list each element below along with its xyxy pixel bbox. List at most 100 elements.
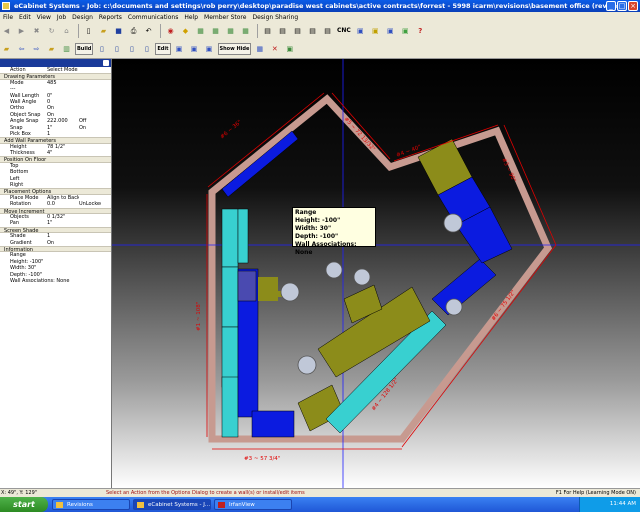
cabinet-bottom <box>251 410 295 438</box>
back-icon[interactable]: ◀ <box>0 25 13 38</box>
drawing-icon[interactable]: ▤ <box>306 25 319 38</box>
dim-label-top-right-a: #5 ~ 72 13/32" <box>343 116 376 152</box>
cabinet-left-tall-1 <box>221 208 239 268</box>
view-plan-icon[interactable]: ▣ <box>188 43 201 56</box>
wall-icon[interactable]: ▯ <box>95 43 108 56</box>
help-icon[interactable]: ? <box>414 25 427 38</box>
parts-icon[interactable]: ▦ <box>224 25 237 38</box>
taskbar-item-revisions[interactable]: Revisions <box>52 499 130 510</box>
toolbar-design: ▰ ⇦ ⇨ ▰ ▥ Build ▯ ▯ ▯ ▯ Edit ▣ ▣ ▣ Show … <box>0 40 640 59</box>
save-icon[interactable]: ■ <box>112 25 125 38</box>
open-job-icon[interactable]: ▰ <box>0 43 13 56</box>
app-icon <box>137 502 144 508</box>
menu-edit[interactable]: Edit <box>16 14 34 21</box>
taskbar-item-ecabinet[interactable]: eCabinet Systems - J... <box>133 499 211 510</box>
sheet-icon[interactable]: ▦ <box>239 25 252 38</box>
dim-label-right-lower: #6 ~ 75 1/2" <box>491 289 517 322</box>
view-elev-icon[interactable]: ▣ <box>203 43 216 56</box>
folder-icon <box>56 502 63 508</box>
material-icon[interactable]: ◆ <box>179 25 192 38</box>
panel-header <box>0 59 111 67</box>
build-button[interactable]: Build <box>75 43 94 55</box>
property-label: Pan <box>10 220 20 227</box>
menu-help[interactable]: Help <box>181 14 201 21</box>
info-line: Wall Associations: None <box>10 277 70 284</box>
pricing-icon[interactable]: ▤ <box>321 25 334 38</box>
refresh-icon[interactable]: ↻ <box>45 25 58 38</box>
pin-icon[interactable] <box>103 60 109 66</box>
stop-icon[interactable]: ✖ <box>30 25 43 38</box>
report-icon[interactable]: ▤ <box>261 25 274 38</box>
palette-icon[interactable]: ◉ <box>164 25 177 38</box>
store-icon[interactable]: ▣ <box>399 25 412 38</box>
cabinet-left-base-upper <box>237 208 249 264</box>
property-value[interactable]: Select Mode <box>47 67 79 73</box>
window-title: eCabinet Systems - Job: c:\documents and… <box>14 2 625 10</box>
menu-communications[interactable]: Communications <box>125 14 181 21</box>
property-value-2[interactable]: On <box>79 125 101 131</box>
property-value-2[interactable]: UnLocked <box>79 201 101 207</box>
network-icon[interactable]: ▣ <box>384 25 397 38</box>
show-hide-button[interactable]: Show Hide <box>217 43 252 55</box>
arrow-right-icon[interactable]: ⇨ <box>30 43 43 56</box>
property-value[interactable]: On <box>47 240 79 246</box>
tooltip-line: Height: -100" <box>295 217 341 224</box>
grid-icon[interactable]: ▦ <box>194 25 207 38</box>
property-value[interactable] <box>47 182 79 188</box>
light-fixture-1 <box>280 282 300 302</box>
send-icon[interactable]: ▣ <box>369 25 382 38</box>
folder-up-icon[interactable]: ▰ <box>45 43 58 56</box>
property-row[interactable]: Rotation 0.0 UnLocked <box>0 201 111 207</box>
property-value[interactable]: 1 <box>47 131 79 137</box>
machine-icon[interactable]: ▣ <box>354 25 367 38</box>
title-bar: eCabinet Systems - Job: c:\documents and… <box>0 0 640 12</box>
open-folder-icon[interactable]: ▰ <box>97 25 110 38</box>
menu-design[interactable]: Design <box>69 14 96 21</box>
light-fixture-3 <box>353 268 371 286</box>
document-icon[interactable]: ▤ <box>291 25 304 38</box>
floor-icon[interactable]: ▯ <box>140 43 153 56</box>
edit-button[interactable]: Edit <box>155 43 171 55</box>
close-button[interactable]: × <box>628 1 638 11</box>
forward-icon[interactable]: ▶ <box>15 25 28 38</box>
tooltip-line: Depth: -100" <box>295 233 339 240</box>
menu-job[interactable]: Job <box>54 14 69 21</box>
maximize-button[interactable]: □ <box>617 1 627 11</box>
layout-icon[interactable]: ▦ <box>209 25 222 38</box>
cabinet-left-tall-2 <box>221 266 239 328</box>
clock: 11:44 AM <box>609 501 636 507</box>
light-fixture-6 <box>445 298 463 316</box>
new-file-icon[interactable]: ▯ <box>82 25 95 38</box>
door-icon[interactable]: ▯ <box>110 43 123 56</box>
undo-icon[interactable]: ↶ <box>142 25 155 38</box>
property-value[interactable]: 4" <box>47 150 79 156</box>
start-button[interactable]: start <box>0 497 48 512</box>
property-label: Pick Box <box>10 130 31 137</box>
dim-label-left: #1 ~ 108" <box>196 302 202 331</box>
menu-file[interactable]: File <box>0 14 16 21</box>
property-label: Thickness <box>10 150 35 157</box>
cabinet-icon[interactable]: ▥ <box>60 43 73 56</box>
menu-view[interactable]: View <box>34 14 54 21</box>
minimize-button[interactable]: _ <box>606 1 616 11</box>
taskbar-item-irfanview[interactable]: IrfanView <box>214 499 292 510</box>
menu-design-sharing[interactable]: Design Sharing <box>249 14 301 21</box>
cnc-button[interactable]: CNC <box>336 25 352 37</box>
property-value[interactable]: 0.0 <box>47 201 79 207</box>
property-value[interactable]: 1" <box>47 220 79 226</box>
cabinet-upper-left <box>221 130 299 198</box>
view-3d-icon[interactable]: ▣ <box>173 43 186 56</box>
cutlist-icon[interactable]: ▤ <box>276 25 289 38</box>
menu-member-store[interactable]: Member Store <box>201 14 249 21</box>
delete-icon[interactable]: ✕ <box>268 43 281 56</box>
app-icon <box>2 2 10 10</box>
floor-plan[interactable]: #6 ~ 36" #5 ~ 72 13/32" #4 ~ 40" #3 ~ 90… <box>112 59 640 488</box>
window-icon[interactable]: ▯ <box>125 43 138 56</box>
arrow-left-icon[interactable]: ⇦ <box>15 43 28 56</box>
measure-icon[interactable]: ▦ <box>253 43 266 56</box>
home-icon[interactable]: ⌂ <box>60 25 73 38</box>
design-canvas[interactable]: #6 ~ 36" #5 ~ 72 13/32" #4 ~ 40" #3 ~ 90… <box>112 59 640 488</box>
print-icon[interactable]: ⎙ <box>127 25 140 38</box>
menu-reports[interactable]: Reports <box>96 14 125 21</box>
export-icon[interactable]: ▣ <box>283 43 296 56</box>
